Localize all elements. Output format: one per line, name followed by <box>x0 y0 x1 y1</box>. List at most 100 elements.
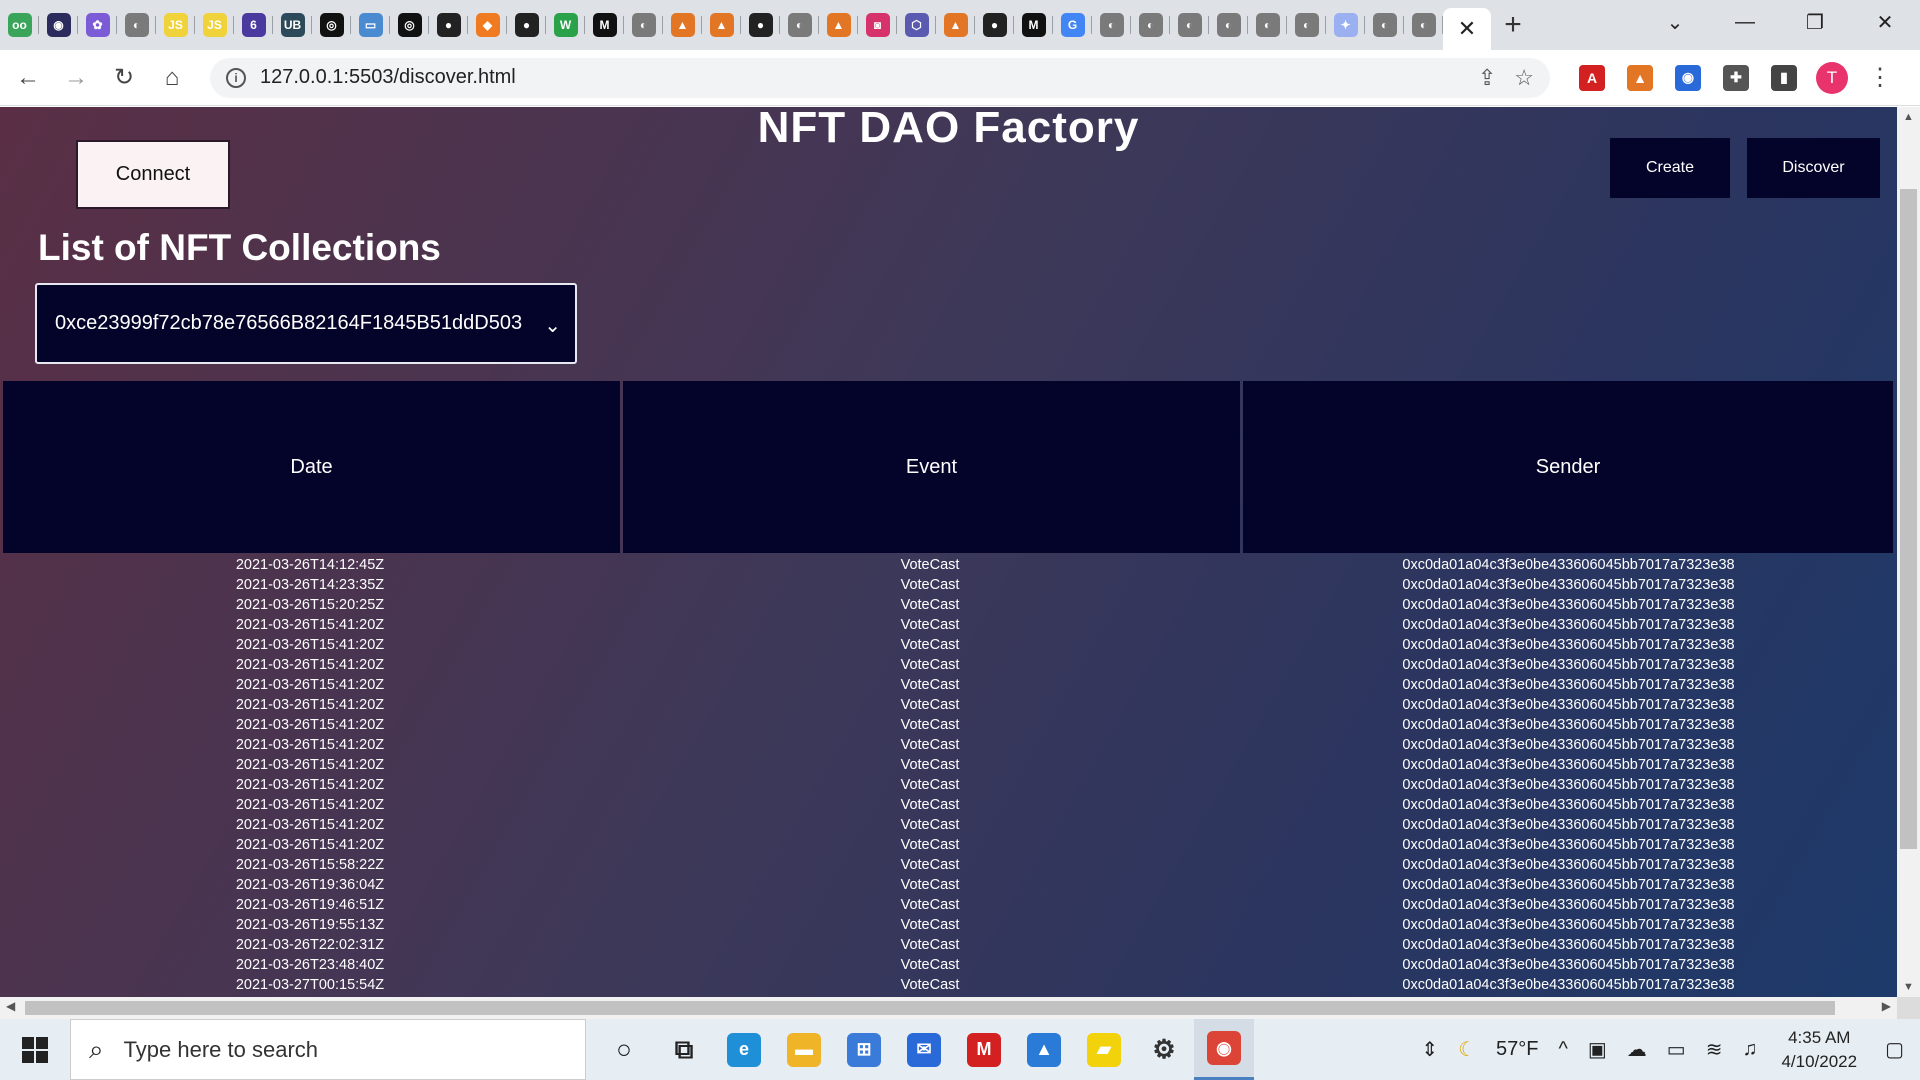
event-cell: VoteCast <box>900 977 960 993</box>
browser-tab[interactable]: UB <box>273 0 312 50</box>
browser-tab[interactable]: W <box>546 0 585 50</box>
browser-tab[interactable]: ◎ <box>312 0 351 50</box>
browser-tab[interactable]: ✦ <box>1326 0 1365 50</box>
browser-tab[interactable]: M <box>585 0 624 50</box>
new-tab-button[interactable]: + <box>1491 0 1535 50</box>
taskbar-app-button[interactable]: ▬ <box>774 1019 834 1080</box>
browser-tab[interactable]: ▲ <box>663 0 702 50</box>
url-text[interactable]: 127.0.0.1:5503/discover.html <box>260 66 1460 89</box>
minimize-button[interactable]: — <box>1710 0 1780 44</box>
browser-tab[interactable]: ◐ <box>1365 0 1404 50</box>
extension-button[interactable]: ▲ <box>1620 58 1660 98</box>
browser-tab[interactable]: ● <box>507 0 546 50</box>
clock[interactable]: 4:35 AM 4/10/2022 <box>1781 1026 1857 1074</box>
browser-tab[interactable]: ◐ <box>117 0 156 50</box>
tray-scroll-arrows-icon[interactable]: ⇕ <box>1421 1037 1438 1062</box>
browser-tab[interactable]: ◐ <box>1287 0 1326 50</box>
extension-button[interactable]: ▮ <box>1764 58 1804 98</box>
browser-tab[interactable]: ● <box>429 0 468 50</box>
browser-tab[interactable]: ✿ <box>78 0 117 50</box>
weather-temp[interactable]: 57°F <box>1496 1038 1538 1061</box>
browser-tab[interactable]: ◐ <box>1170 0 1209 50</box>
browser-tab[interactable]: JS <box>195 0 234 50</box>
browser-tab[interactable]: ▲ <box>819 0 858 50</box>
scroll-left-icon[interactable]: ◀ <box>6 999 15 1013</box>
meet-icon[interactable]: ▣ <box>1588 1037 1607 1062</box>
browser-tab[interactable]: 6 <box>234 0 273 50</box>
browser-tab[interactable]: ◐ <box>1404 0 1443 50</box>
site-info-icon[interactable]: i <box>226 67 246 88</box>
notifications-icon[interactable]: ▢ <box>1885 1037 1904 1062</box>
wifi-icon[interactable]: ≋ <box>1706 1037 1723 1062</box>
extension-button[interactable]: ✚ <box>1716 58 1756 98</box>
browser-tab[interactable]: ◐ <box>1248 0 1287 50</box>
browser-tab[interactable]: ◉ <box>39 0 78 50</box>
connect-button[interactable]: Connect <box>76 140 230 209</box>
taskbar-app-button[interactable]: ▲ <box>1014 1019 1074 1080</box>
scroll-up-icon[interactable]: ▲ <box>1897 111 1920 123</box>
browser-tab[interactable]: ▲ <box>702 0 741 50</box>
share-icon[interactable]: ⇪ <box>1478 65 1496 91</box>
back-icon[interactable]: ← <box>8 58 48 98</box>
taskbar-app-button[interactable]: ⚙ <box>1134 1019 1194 1080</box>
browser-tab[interactable]: ◐ <box>1209 0 1248 50</box>
browser-toolbar: ← → ↻ ⌂ i 127.0.0.1:5503/discover.html ⇪… <box>0 50 1920 106</box>
address-bar[interactable]: i 127.0.0.1:5503/discover.html ⇪ ☆ <box>210 57 1550 98</box>
taskbar-app-button[interactable]: ○ <box>594 1019 654 1080</box>
browser-tab[interactable]: M <box>1014 0 1053 50</box>
close-tab-icon[interactable]: ✕ <box>1458 16 1476 42</box>
create-button[interactable]: Create <box>1610 138 1730 198</box>
vertical-scrollbar[interactable]: ▲ ▼ <box>1897 107 1920 997</box>
browser-tab[interactable]: ◐ <box>624 0 663 50</box>
browser-tab[interactable]: ◎ <box>390 0 429 50</box>
close-window-button[interactable]: ✕ <box>1850 0 1920 44</box>
extension-button[interactable]: ◉ <box>1668 58 1708 98</box>
scroll-down-icon[interactable]: ▼ <box>1897 981 1920 993</box>
horizontal-scrollbar[interactable]: ◀ ▶ <box>0 997 1897 1019</box>
taskbar-search[interactable]: ⌕ Type here to search <box>70 1019 586 1080</box>
browser-tab[interactable]: ● <box>975 0 1014 50</box>
taskbar-app-button[interactable]: ▰ <box>1074 1019 1134 1080</box>
profile-avatar[interactable]: T <box>1812 58 1852 98</box>
browser-tab[interactable]: oo <box>0 0 39 50</box>
taskbar-app-button[interactable]: ⧉ <box>654 1019 714 1080</box>
reload-icon[interactable]: ↻ <box>104 58 144 98</box>
scroll-right-icon[interactable]: ▶ <box>1882 999 1891 1013</box>
active-tab[interactable]: ✕ <box>1443 8 1491 50</box>
browser-tab[interactable]: ▲ <box>936 0 975 50</box>
tray-expand-icon[interactable]: ^ <box>1558 1038 1567 1061</box>
restore-button[interactable]: ❐ <box>1780 0 1850 44</box>
browser-tab[interactable]: G <box>1053 0 1092 50</box>
weather-moon-icon[interactable]: ☾ <box>1458 1037 1476 1062</box>
browser-tab[interactable]: ◐ <box>780 0 819 50</box>
tab-search-icon[interactable]: ⌄ <box>1640 0 1710 44</box>
menu-kebab-icon[interactable]: ⋮ <box>1860 58 1900 98</box>
extension-button[interactable]: A <box>1572 58 1612 98</box>
taskbar-app-button[interactable]: ◉ <box>1194 1019 1254 1080</box>
browser-tab[interactable]: ▭ <box>351 0 390 50</box>
clock-time: 4:35 AM <box>1788 1027 1851 1047</box>
browser-tab[interactable]: ● <box>741 0 780 50</box>
discover-button[interactable]: Discover <box>1747 138 1880 198</box>
event-cell: VoteCast <box>900 737 960 753</box>
browser-tab[interactable]: JS <box>156 0 195 50</box>
taskbar-app-button[interactable]: M <box>954 1019 1014 1080</box>
onedrive-cloud-icon[interactable]: ☁ <box>1627 1037 1647 1062</box>
battery-icon[interactable]: ▭ <box>1667 1037 1686 1062</box>
start-button[interactable] <box>0 1019 70 1080</box>
taskbar-app-button[interactable]: ✉ <box>894 1019 954 1080</box>
home-icon[interactable]: ⌂ <box>152 58 192 98</box>
browser-tab[interactable]: ⬡ <box>897 0 936 50</box>
browser-tab[interactable]: ◙ <box>858 0 897 50</box>
taskbar-app-button[interactable]: e <box>714 1019 774 1080</box>
vertical-scroll-thumb[interactable] <box>1900 189 1917 849</box>
horizontal-scroll-thumb[interactable] <box>25 1001 1835 1015</box>
volume-icon[interactable]: ♫ <box>1742 1038 1757 1061</box>
browser-tab[interactable]: ◐ <box>1131 0 1170 50</box>
forward-icon[interactable]: → <box>56 58 96 98</box>
browser-tab[interactable]: ◆ <box>468 0 507 50</box>
browser-tab[interactable]: ◐ <box>1092 0 1131 50</box>
collection-select[interactable]: 0xce23999f72cb78e76566B82164F1845B51ddD5… <box>35 283 577 364</box>
bookmark-star-icon[interactable]: ☆ <box>1514 65 1534 91</box>
taskbar-app-button[interactable]: ⊞ <box>834 1019 894 1080</box>
